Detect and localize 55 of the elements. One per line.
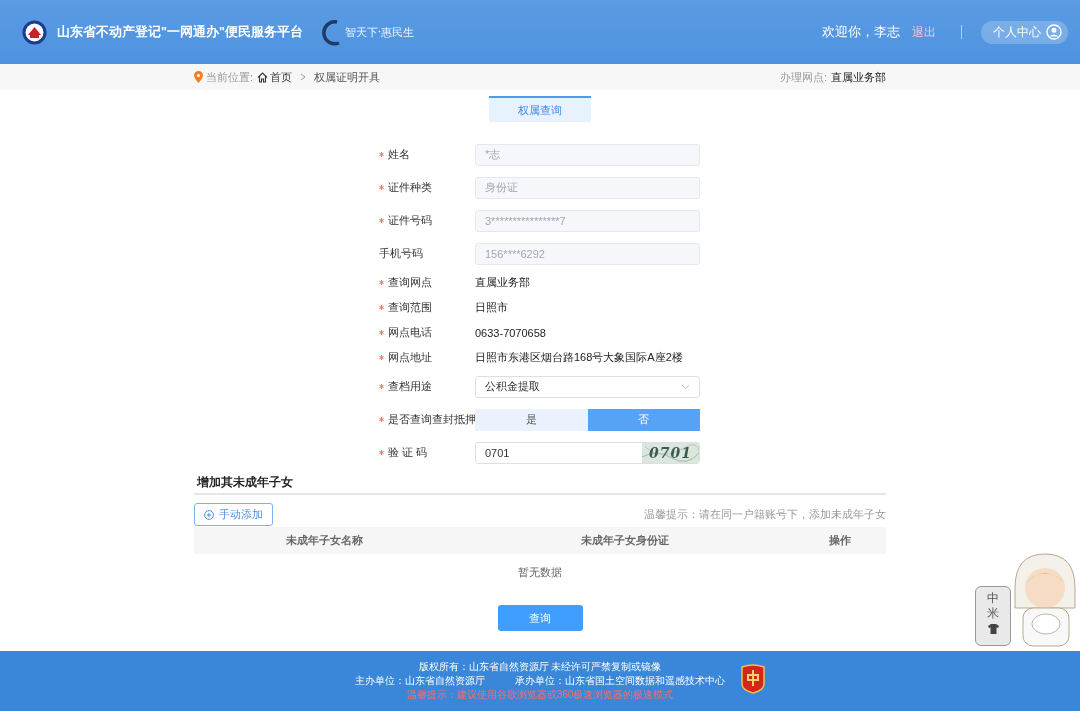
- organizer-text: 承办单位：山东省国土空间数据和遥感技术中心: [515, 674, 725, 688]
- empty-text: 暂无数据: [517, 566, 563, 580]
- add-button[interactable]: 手动添加: [194, 503, 273, 526]
- field-label: 证件种类: [388, 180, 432, 195]
- field-value: 直属业务部: [475, 275, 530, 290]
- site-title: 山东省不动产登记"一网通办"便民服务平台: [57, 23, 303, 41]
- widget-char: 中: [987, 591, 999, 606]
- chevron-right-icon: [300, 73, 307, 81]
- field-label: 网点电话: [388, 325, 432, 340]
- home-icon: [257, 71, 269, 83]
- field-label: 查询网点: [388, 275, 432, 290]
- welcome-text: 欢迎你，李志: [822, 23, 900, 41]
- field-label: 手机号码: [379, 246, 423, 261]
- sponsor-text: 主办单位：山东省自然资源厅: [355, 674, 485, 688]
- current-page: 权属证明开具: [314, 69, 381, 85]
- shield-badge-icon: [740, 664, 766, 694]
- user-icon: [1046, 24, 1062, 40]
- field-label: 是否查询查封抵押: [388, 412, 476, 427]
- office-label: 办理网点:: [779, 69, 827, 85]
- field-label: 查档用途: [388, 379, 432, 394]
- select-field[interactable]: 公积金提取: [475, 375, 700, 398]
- field-label: 网点地址: [388, 350, 432, 365]
- field-label: 查询范围: [388, 300, 432, 315]
- location-pin-icon: [194, 71, 203, 83]
- caret-icon: [681, 383, 690, 390]
- captcha-image[interactable]: 0701: [642, 442, 699, 463]
- widget-char: 米: [987, 606, 999, 621]
- office-name: 直属业务部: [831, 69, 886, 85]
- column-header: 操作: [828, 533, 853, 548]
- field-label: 证件号码: [388, 213, 432, 228]
- column-header: 未成年子女身份证: [579, 533, 670, 548]
- captcha-field[interactable]: 0701 0701: [475, 441, 700, 464]
- emblem-icon: [22, 19, 47, 45]
- copyright-text: 版权所有：山东省自然资源厅 未经许可严禁复制或镜像: [418, 660, 662, 674]
- tab[interactable]: 权属查询: [489, 96, 591, 122]
- section-title: 增加其未成年子女: [194, 475, 886, 495]
- tip-text: 温馨提示：请在同一户籍账号下，添加未成年子女: [644, 507, 886, 522]
- slogan: 智天下·惠民生: [344, 24, 415, 40]
- logout-link[interactable]: 退出: [912, 24, 936, 40]
- field-value: 日照市: [475, 300, 508, 315]
- query-button[interactable]: 查询: [497, 605, 583, 631]
- home-link[interactable]: 首页: [257, 69, 293, 85]
- user-center-button[interactable]: 个人中心: [981, 20, 1068, 44]
- side-panel[interactable]: 中 米: [975, 586, 1011, 646]
- field-value: 0633-7070658: [475, 326, 546, 339]
- option-button[interactable]: 否: [587, 408, 700, 431]
- field-label: 姓名: [388, 147, 410, 162]
- browser-tip: 温馨提示：建议使用谷歌浏览器或360极速浏览器的极速模式: [406, 688, 674, 702]
- plus-circle-icon: [204, 509, 214, 520]
- column-header: 未成年子女名称: [285, 533, 365, 548]
- option-button[interactable]: 是: [475, 408, 588, 431]
- shirt-icon: [987, 624, 999, 634]
- field-label: 验 证 码: [388, 445, 428, 460]
- location-label: 当前位置:: [206, 69, 254, 85]
- field-value: 日照市东港区烟台路168号大象国际A座2楼: [475, 350, 683, 365]
